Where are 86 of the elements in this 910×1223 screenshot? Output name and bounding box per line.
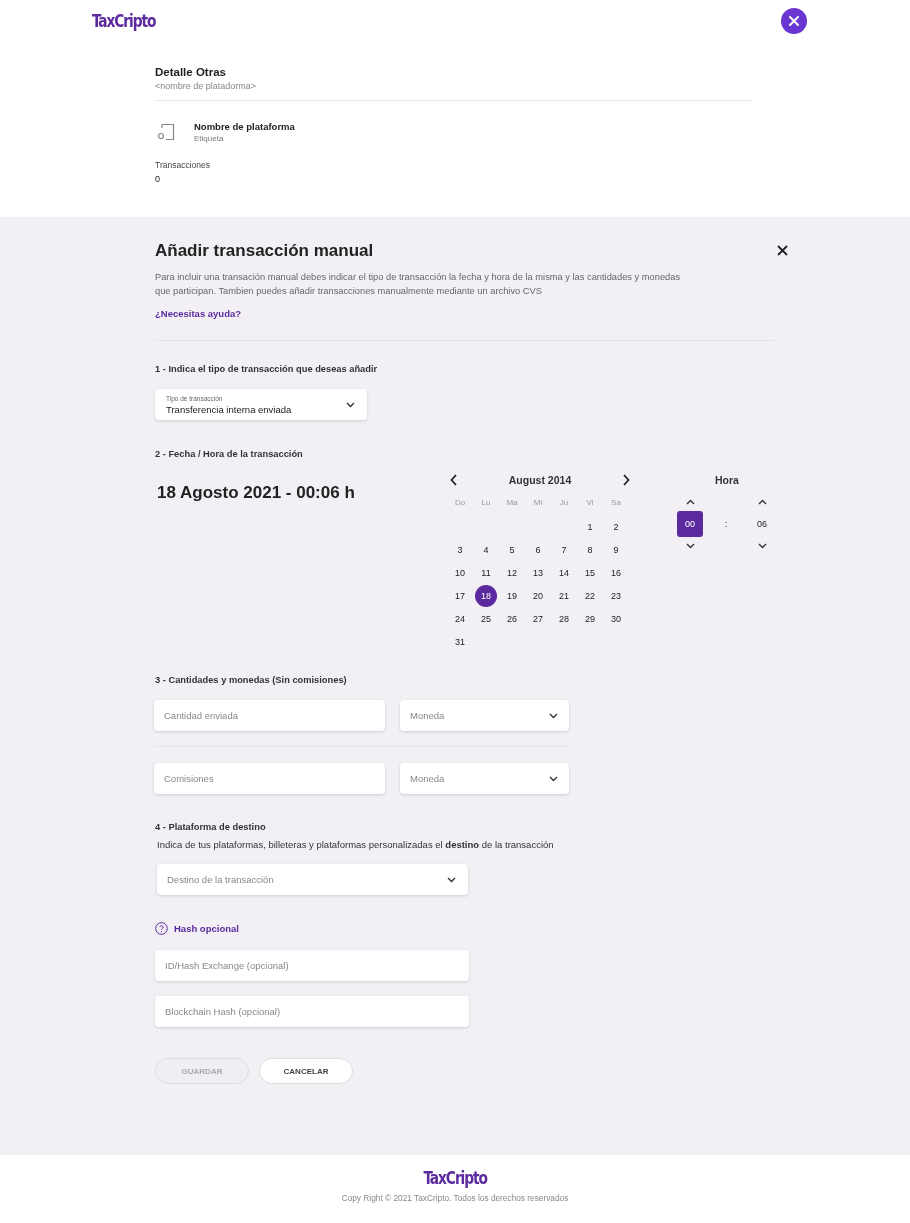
close-icon — [788, 14, 800, 27]
weekday-label: Ju — [559, 498, 569, 507]
calendar-day[interactable]: 2 — [605, 515, 627, 538]
calendar-day[interactable]: 27 — [527, 607, 549, 630]
calendar-day[interactable]: 15 — [579, 561, 601, 584]
calendar-day[interactable]: 24 — [449, 607, 471, 630]
step-title: 3 - Cantidades y monedas (Sin comisiones) — [155, 675, 348, 685]
calendar-day[interactable]: 19 — [501, 584, 523, 607]
calendar-day[interactable]: 16 — [605, 561, 627, 584]
hash-field[interactable]: ID/Hash Exchange (opcional) — [155, 950, 469, 981]
help-link[interactable]: ¿Necesitas ayuda? — [155, 308, 242, 319]
calendar-day[interactable]: 30 — [605, 607, 627, 630]
hash-field[interactable]: Blockchain Hash (opcional) — [155, 996, 469, 1027]
cancel-button[interactable]: CANCELAR — [259, 1058, 353, 1084]
weekday-label: Do — [454, 498, 466, 507]
transactions-label: Transacciones — [155, 160, 211, 170]
hour-value[interactable]: 00 — [677, 511, 703, 537]
calendar-day[interactable]: 25 — [475, 607, 497, 630]
detail-title: Detalle Otras — [155, 66, 227, 78]
weekday-label: Sa — [611, 498, 621, 507]
destination-select[interactable]: Destino de la transacción — [157, 864, 468, 895]
minute-up-button[interactable] — [757, 499, 767, 505]
weekday-label: Ma — [506, 498, 518, 507]
copyright-text: Copy Right © 2021 TaxCripto. Todos los derechos reservados — [341, 1193, 569, 1203]
logo[interactable]: TaxCripto — [92, 10, 156, 31]
transactions-count: 0 — [155, 174, 161, 184]
platform-name: Nombre de plataforma — [194, 121, 295, 132]
calendar-day[interactable]: 18 — [475, 584, 497, 607]
step-title: 1 - Indica el tipo de transacción que deseas añadir — [155, 364, 379, 374]
weekday-label: Mi — [533, 498, 543, 507]
calendar-day[interactable]: 22 — [579, 584, 601, 607]
calendar-day[interactable]: 28 — [553, 607, 575, 630]
chevron-down-icon — [346, 401, 355, 408]
calendar-day[interactable]: 10 — [449, 561, 471, 584]
help-icon — [155, 922, 168, 935]
step-title: 4 - Plataforma de destino — [155, 822, 267, 832]
weekday-label: Vi — [586, 498, 594, 507]
amount-field[interactable]: Comisiones — [154, 763, 385, 794]
footer-logo: TaxCripto — [423, 1168, 487, 1188]
dialog-description: Para incluir una transación manual debes indicar el tipo de transacción la fecha y hora de la misma y las cantidades y monedas que participan. Tambien puedes añadir transacciones manualmente mediante un archivo CVS — [155, 271, 682, 298]
calendar-day[interactable]: 26 — [501, 607, 523, 630]
calendar-day[interactable]: 11 — [475, 561, 497, 584]
hour-down-button[interactable] — [685, 543, 695, 549]
hour-up-button[interactable] — [685, 499, 695, 505]
calendar-day[interactable]: 29 — [579, 607, 601, 630]
calendar-day[interactable]: 4 — [475, 538, 497, 561]
amount-field[interactable]: Cantidad enviada — [154, 700, 385, 731]
calendar-day[interactable]: 31 — [449, 630, 471, 653]
next-month-button[interactable] — [622, 474, 630, 486]
calendar-day[interactable]: 13 — [527, 561, 549, 584]
step-title: 2 - Fecha / Hora de la transacción — [155, 449, 304, 459]
calendar-day[interactable]: 6 — [527, 538, 549, 561]
calendar-day[interactable]: 17 — [449, 584, 471, 607]
currency-select[interactable]: Moneda — [400, 700, 569, 731]
time-separator: : — [724, 519, 728, 529]
step-description: Indica de tus plataformas, billeteras y plataformas personalizadas el destino de la transacción — [157, 839, 555, 850]
close-button[interactable] — [775, 242, 790, 258]
chevron-down-icon — [447, 876, 456, 883]
calendar-day[interactable]: 5 — [501, 538, 523, 561]
calendar-day[interactable]: 1 — [579, 515, 601, 538]
previous-month-button[interactable] — [450, 474, 458, 486]
selected-datetime: 18 Agosto 2021 - 00:06 h — [156, 483, 356, 504]
calendar-day[interactable]: 21 — [553, 584, 575, 607]
currency-select[interactable]: Moneda — [400, 763, 569, 794]
close-icon — [777, 244, 788, 256]
chevron-down-icon — [549, 712, 558, 719]
calendar-month: August 2014 — [508, 474, 572, 486]
platform-label: Etiqueta — [194, 134, 225, 143]
dialog-title: Añadir transacción manual — [155, 241, 374, 261]
time-title: Hora — [714, 473, 740, 488]
minute-down-button[interactable] — [757, 543, 767, 549]
calendar-day[interactable]: 23 — [605, 584, 627, 607]
close-button[interactable] — [781, 7, 807, 34]
calendar-day[interactable]: 12 — [501, 561, 523, 584]
calendar-day[interactable]: 3 — [449, 538, 471, 561]
calendar-day[interactable]: 14 — [553, 561, 575, 584]
weekday-label: Lu — [481, 498, 491, 507]
calendar-day[interactable]: 9 — [605, 538, 627, 561]
chevron-down-icon — [549, 775, 558, 782]
minute-value[interactable]: 06 — [749, 511, 775, 537]
platform-icon — [157, 123, 175, 141]
calendar-day[interactable]: 7 — [553, 538, 575, 561]
detail-subtitle: <nombre de platadorma> — [155, 81, 258, 91]
calendar-day[interactable]: 20 — [527, 584, 549, 607]
calendar-day[interactable]: 8 — [579, 538, 601, 561]
hash-link[interactable]: Hash opcional — [174, 923, 239, 934]
